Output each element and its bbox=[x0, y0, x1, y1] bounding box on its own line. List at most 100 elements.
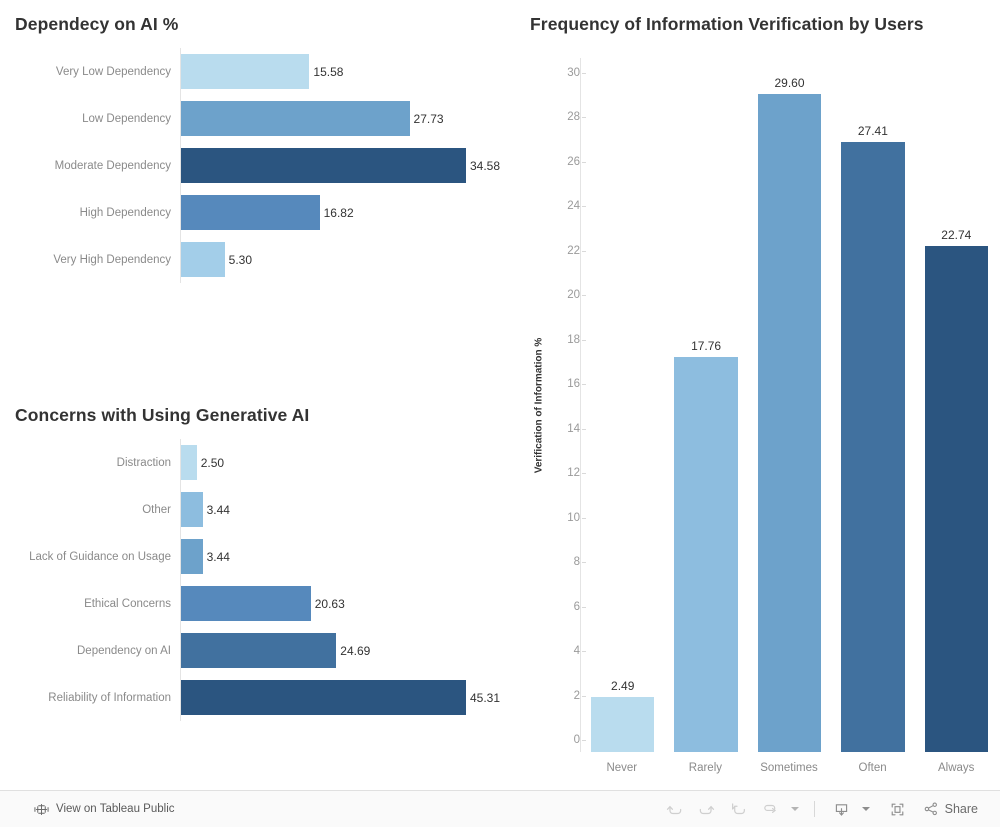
tableau-toolbar: View on Tableau Public Share bbox=[0, 790, 1000, 827]
x-axis-category-label: Always bbox=[937, 762, 975, 774]
toolbar-divider bbox=[813, 801, 815, 817]
bar-track: 16.82 bbox=[180, 189, 520, 236]
download-icon[interactable] bbox=[827, 796, 857, 822]
chart-frequency-verification: Frequency of Information Verification by… bbox=[520, 14, 1000, 790]
x-axis-category-label: Never bbox=[606, 762, 638, 774]
bar-row[interactable]: Very Low Dependency 15.58 bbox=[0, 48, 520, 95]
bar-fill[interactable] bbox=[674, 356, 738, 752]
bar-fill[interactable] bbox=[181, 54, 310, 89]
bar-row[interactable]: Lack of Guidance on Usage 3.44 bbox=[0, 533, 520, 580]
bar-track: 45.31 bbox=[180, 674, 520, 721]
chart-concerns-generative-ai: Concerns with Using Generative AI Distra… bbox=[0, 405, 520, 745]
bar-value-label: 17.76 bbox=[691, 338, 722, 353]
bar-value-label: 22.74 bbox=[941, 228, 972, 243]
bar-track: 34.58 bbox=[180, 142, 520, 189]
revert-icon[interactable] bbox=[724, 796, 754, 822]
bar-category-label: Low Dependency bbox=[82, 112, 171, 125]
bar-fill[interactable] bbox=[757, 93, 822, 752]
bar-track: 2.50 bbox=[180, 439, 520, 486]
chart-dependency-on-ai: Dependecy on AI % Very Low Dependency 15.… bbox=[0, 14, 520, 344]
bar-track: 3.44 bbox=[180, 486, 520, 533]
bar-fill[interactable] bbox=[841, 142, 905, 752]
bar-row[interactable]: Moderate Dependency 34.58 bbox=[0, 142, 520, 189]
bar-fill[interactable] bbox=[591, 696, 655, 752]
bar-row[interactable]: High Dependency 16.82 bbox=[0, 189, 520, 236]
bar-fill[interactable] bbox=[181, 101, 410, 136]
bar-fill[interactable] bbox=[181, 633, 337, 668]
bar-column[interactable]: 17.76 bbox=[664, 58, 747, 752]
y-axis-title: Verification of Information % bbox=[531, 58, 547, 752]
bar-column[interactable]: 27.41 bbox=[831, 58, 914, 752]
vertical-bars-plot[interactable]: 2.49 17.76 29.60 27.41 22.74 bbox=[580, 58, 998, 752]
refresh-icon[interactable] bbox=[756, 796, 786, 822]
bar-value-label: 27.73 bbox=[413, 111, 444, 126]
bar-column[interactable]: 29.60 bbox=[748, 58, 831, 752]
chart-verification-title: Frequency of Information Verification by… bbox=[530, 14, 924, 34]
y-axis-tick-label: 30 bbox=[567, 66, 586, 79]
y-axis-tick-label: 26 bbox=[567, 155, 586, 168]
y-axis-ticks: 0 2 4 6 8 10 12 14 16 18 20 22 24 26 28 30 bbox=[548, 58, 587, 752]
bar-value-label: 34.58 bbox=[470, 158, 501, 173]
x-axis-category-label: Sometimes bbox=[760, 762, 818, 774]
bar-row[interactable]: Other 3.44 bbox=[0, 486, 520, 533]
bar-value-label: 16.82 bbox=[323, 205, 354, 220]
download-chevron-down-icon[interactable] bbox=[859, 796, 873, 822]
bar-value-label: 20.63 bbox=[314, 596, 345, 611]
bar-row[interactable]: Dependency on AI 24.69 bbox=[0, 627, 520, 674]
share-button[interactable]: Share bbox=[915, 801, 984, 817]
x-axis-category-label: Often bbox=[858, 762, 887, 774]
bar-fill[interactable] bbox=[181, 492, 203, 527]
y-axis-tick-label: 28 bbox=[567, 111, 586, 124]
bar-track: 5.30 bbox=[180, 236, 520, 283]
bar-fill[interactable] bbox=[181, 586, 311, 621]
bar-row[interactable]: Ethical Concerns 20.63 bbox=[0, 580, 520, 627]
view-on-tableau-public-button[interactable]: View on Tableau Public bbox=[0, 802, 175, 817]
bar-track: 24.69 bbox=[180, 627, 520, 674]
bar-value-label: 3.44 bbox=[206, 502, 230, 517]
bar-row[interactable]: Distraction 2.50 bbox=[0, 439, 520, 486]
chart-concerns-plot[interactable]: Distraction 2.50 Other 3.44 Lack of Guidance… bbox=[0, 439, 520, 745]
y-axis-tick-label: 24 bbox=[567, 200, 586, 213]
bar-row[interactable]: Reliability of Information 45.31 bbox=[0, 674, 520, 721]
chart-verification-plot-area: Verification of Information % 0 2 4 6 8 10 12 1… bbox=[520, 58, 1000, 790]
tableau-logo-icon bbox=[34, 802, 49, 817]
bar-fill[interactable] bbox=[181, 680, 466, 715]
chart-dependency-plot[interactable]: Very Low Dependency 15.58 Low Dependency 27… bbox=[0, 48, 520, 344]
bar-fill[interactable] bbox=[924, 246, 988, 752]
y-axis-tick-label: 10 bbox=[567, 511, 586, 524]
bar-category-label: Distraction bbox=[116, 456, 171, 469]
bar-value-label: 2.49 bbox=[611, 678, 635, 693]
bar-column[interactable]: 2.49 bbox=[581, 58, 664, 752]
bar-row[interactable]: Very High Dependency 5.30 bbox=[0, 236, 520, 283]
bar-fill[interactable] bbox=[181, 539, 203, 574]
bar-value-label: 45.31 bbox=[470, 690, 501, 705]
share-label: Share bbox=[944, 802, 978, 816]
undo-icon[interactable] bbox=[660, 796, 690, 822]
bar-category-label: Lack of Guidance on Usage bbox=[29, 550, 171, 563]
bar-value-label: 3.44 bbox=[206, 549, 230, 564]
bar-category-label: Reliability of Information bbox=[48, 691, 171, 704]
bar-value-label: 5.30 bbox=[228, 252, 253, 267]
bar-track: 20.63 bbox=[180, 580, 520, 627]
bar-category-label: High Dependency bbox=[79, 206, 171, 219]
refresh-chevron-down-icon[interactable] bbox=[788, 796, 802, 822]
bar-fill[interactable] bbox=[181, 195, 320, 230]
bar-track: 15.58 bbox=[180, 48, 520, 95]
bar-row[interactable]: Low Dependency 27.73 bbox=[0, 95, 520, 142]
bar-track: 3.44 bbox=[180, 533, 520, 580]
bar-category-label: Very High Dependency bbox=[53, 253, 171, 266]
fullscreen-icon[interactable] bbox=[883, 796, 913, 822]
tableau-dashboard: Dependecy on AI % Very Low Dependency 15.… bbox=[0, 0, 1000, 827]
y-axis-title-text: Verification of Information % bbox=[533, 337, 545, 473]
x-axis-category-labels: Never Rarely Sometimes Often Always bbox=[580, 752, 998, 790]
bar-value-label: 24.69 bbox=[340, 643, 371, 658]
y-axis-tick-label: 22 bbox=[567, 244, 586, 257]
y-axis-tick-label: 12 bbox=[567, 467, 586, 480]
bar-fill[interactable] bbox=[181, 148, 466, 183]
bar-fill[interactable] bbox=[181, 445, 197, 480]
bar-column[interactable]: 22.74 bbox=[915, 58, 998, 752]
y-axis-tick-label: 20 bbox=[567, 289, 586, 302]
bar-value-label: 27.41 bbox=[857, 124, 888, 139]
bar-fill[interactable] bbox=[181, 242, 225, 277]
redo-icon[interactable] bbox=[692, 796, 722, 822]
